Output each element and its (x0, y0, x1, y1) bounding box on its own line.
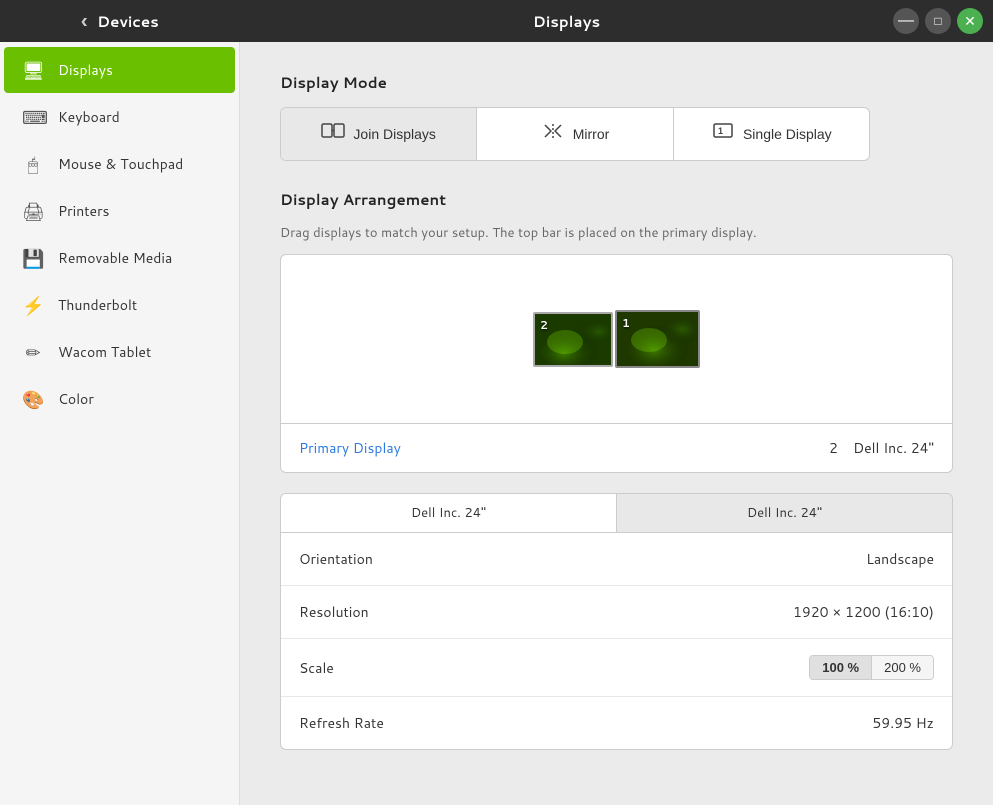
sidebar-label-thunderbolt: Thunderbolt (58, 295, 137, 315)
orientation-value: Landscape (866, 549, 934, 569)
single-display-icon: 1 (711, 122, 735, 146)
sidebar-label-printers: Printers (58, 201, 110, 221)
removable-media-icon: 💾 (22, 245, 44, 271)
maximize-button[interactable]: □ (925, 8, 951, 34)
primary-display-row: Primary Display 2 Dell Inc. 24" (280, 424, 953, 473)
keyboard-icon: ⌨ (22, 104, 44, 130)
join-displays-label: Join Displays (353, 126, 435, 142)
content-area: Display Mode Join Displays (240, 42, 993, 805)
orientation-row: Orientation Landscape (281, 533, 952, 586)
resolution-value: 1920 × 1200 (16:10) (793, 602, 934, 622)
sidebar-label-displays: Displays (58, 60, 113, 80)
mirror-button[interactable]: Mirror (477, 108, 673, 160)
monitor-tabs: Dell Inc. 24" Dell Inc. 24" (280, 493, 953, 533)
sidebar-label-color: Color (58, 389, 94, 409)
mirror-icon (541, 122, 565, 146)
display-num-1: 1 (622, 315, 630, 331)
arrangement-title: Display Arrangement (280, 189, 953, 210)
sidebar-label-removable: Removable Media (58, 248, 172, 268)
arrangement-container: 2 (280, 254, 953, 473)
sidebar-item-thunderbolt[interactable]: ⚡ Thunderbolt (4, 282, 235, 328)
single-display-label: Single Display (743, 126, 832, 142)
mirror-label: Mirror (573, 126, 610, 142)
back-button[interactable]: ‹ (81, 7, 87, 35)
resolution-label: Resolution (299, 602, 369, 622)
sidebar-item-removable-media[interactable]: 💾 Removable Media (4, 235, 235, 281)
display-thumb-2[interactable]: 2 (533, 312, 613, 367)
scale-200-button[interactable]: 200 % (872, 656, 933, 679)
window-controls: — □ ✕ (893, 8, 993, 34)
main-container: 🖥 Displays ⌨ Keyboard 🖱 Mouse & Touchpad… (0, 42, 993, 805)
display-mode-buttons: Join Displays Mirror 1 (280, 107, 870, 161)
primary-monitor-num: 2 (829, 438, 838, 458)
refresh-rate-value: 59.95 Hz (872, 713, 934, 733)
display-num-2: 2 (540, 317, 548, 333)
refresh-rate-row: Refresh Rate 59.95 Hz (281, 697, 952, 749)
scale-label: Scale (299, 658, 334, 678)
refresh-rate-label: Refresh Rate (299, 713, 384, 733)
minimize-button[interactable]: — (893, 8, 919, 34)
wacom-icon: ✏ (22, 339, 44, 365)
svg-text:1: 1 (718, 126, 723, 136)
arrangement-box: 2 (280, 254, 953, 424)
displays-icon: 🖥 (22, 57, 44, 83)
close-button[interactable]: ✕ (957, 8, 983, 34)
sidebar-item-keyboard[interactable]: ⌨ Keyboard (4, 94, 235, 140)
single-display-button[interactable]: 1 Single Display (674, 108, 869, 160)
display-thumb-1[interactable]: 1 (615, 310, 700, 368)
monitor-tab-1[interactable]: Dell Inc. 24" (281, 494, 617, 532)
sidebar-label-wacom: Wacom Tablet (58, 342, 151, 362)
primary-display-info: 2 Dell Inc. 24" (829, 438, 934, 458)
orientation-label: Orientation (299, 549, 373, 569)
sidebar-item-wacom-tablet[interactable]: ✏ Wacom Tablet (4, 329, 235, 375)
sidebar-item-displays[interactable]: 🖥 Displays (4, 47, 235, 93)
sidebar-item-mouse-touchpad[interactable]: 🖱 Mouse & Touchpad (4, 141, 235, 187)
thunderbolt-icon: ⚡ (22, 292, 44, 318)
sidebar: 🖥 Displays ⌨ Keyboard 🖱 Mouse & Touchpad… (0, 42, 240, 805)
color-icon: 🎨 (22, 386, 44, 412)
arrangement-subtitle: Drag displays to match your setup. The t… (280, 224, 953, 242)
titlebar: ‹ Devices Displays — □ ✕ (0, 0, 993, 42)
sidebar-label-mouse: Mouse & Touchpad (58, 154, 183, 174)
titlebar-sidebar-section: ‹ Devices (0, 7, 240, 35)
settings-table: Orientation Landscape Resolution 1920 × … (280, 533, 953, 750)
scale-100-button[interactable]: 100 % (810, 656, 872, 679)
join-displays-button[interactable]: Join Displays (281, 108, 477, 160)
monitor-tab-2[interactable]: Dell Inc. 24" (617, 494, 952, 532)
titlebar-devices-label: Devices (97, 11, 159, 32)
titlebar-title: Displays (240, 11, 893, 32)
sidebar-item-printers[interactable]: 🖨 Printers (4, 188, 235, 234)
display-thumbnails: 2 (533, 310, 700, 368)
scale-row: Scale 100 % 200 % (281, 639, 952, 697)
primary-display-label: Primary Display (299, 438, 401, 458)
sidebar-label-keyboard: Keyboard (58, 107, 120, 127)
display-mode-title: Display Mode (280, 72, 953, 93)
join-icon (321, 122, 345, 146)
mouse-icon: 🖱 (22, 151, 44, 177)
scale-buttons: 100 % 200 % (809, 655, 934, 680)
primary-monitor-name: Dell Inc. 24" (853, 438, 934, 458)
resolution-row: Resolution 1920 × 1200 (16:10) (281, 586, 952, 639)
printer-icon: 🖨 (22, 198, 44, 224)
sidebar-item-color[interactable]: 🎨 Color (4, 376, 235, 422)
